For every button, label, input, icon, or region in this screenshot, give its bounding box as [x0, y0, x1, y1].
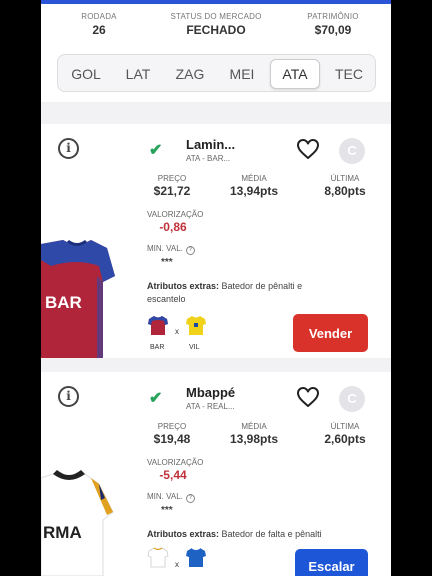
average-label: MÉDIA [241, 422, 267, 431]
extra-attributes-label: Atributos extras: [147, 281, 220, 291]
valorization-label: VALORIZAÇÃO [147, 458, 204, 467]
min-val-label: MIN. VAL. [147, 244, 183, 253]
check-icon: ✔ [149, 390, 163, 407]
valorization-label: VALORIZAÇÃO [147, 210, 204, 219]
last-label: ÚLTIMA [330, 174, 360, 183]
stat-patrimonio: PATRIMÔNIO $70,09 [303, 12, 363, 37]
info-icon[interactable]: i [58, 386, 79, 407]
last-column: ÚLTIMA 2,60pts [317, 422, 373, 446]
stat-rodada-label: RODADA [81, 12, 117, 21]
price-label: PREÇO [157, 174, 187, 183]
captain-badge[interactable]: C [339, 138, 365, 164]
min-val-label: MIN. VAL. [147, 492, 183, 501]
stat-status-value: FECHADO [186, 23, 246, 37]
info-icon[interactable]: i [58, 138, 79, 159]
stat-rodada-value: 26 [92, 23, 106, 37]
home-team-label: BAR [150, 344, 165, 351]
last-value: 8,80pts [324, 184, 366, 198]
player-card: i ✔ Mbappé ATA - REAL... C PREÇO $19,48 … [41, 372, 391, 576]
tab-zag[interactable]: ZAG [165, 59, 215, 89]
tab-gol[interactable]: GOL [61, 59, 111, 89]
stat-market-status: STATUS DO MERCADO FECHADO [161, 12, 271, 37]
min-val: MIN. VAL.? [147, 244, 195, 255]
stat-patrimonio-value: $70,09 [314, 23, 352, 37]
position-tabs-wrapper: GOL LAT ZAG MEI ATA TEC [41, 44, 391, 102]
home-team-jersey [147, 547, 169, 568]
valorization-value: -0,86 [159, 220, 187, 234]
question-icon[interactable]: ? [185, 246, 195, 255]
average-value: 13,94pts [229, 184, 279, 198]
player-card: i ✔ Lamin... ATA - BAR... C PREÇO $21,72… [41, 124, 391, 358]
tab-tec[interactable]: TEC [324, 59, 374, 89]
position-tabs: GOL LAT ZAG MEI ATA TEC [57, 54, 376, 92]
min-val-value: *** [161, 257, 173, 268]
last-value: 2,60pts [324, 432, 366, 446]
price-column: PREÇO $21,72 [144, 174, 200, 198]
tab-lat[interactable]: LAT [113, 59, 163, 89]
check-icon: ✔ [149, 142, 163, 159]
valorization: VALORIZAÇÃO -5,44 [147, 458, 203, 482]
market-stats-bar: RODADA 26 STATUS DO MERCADO FECHADO PATR… [41, 4, 391, 44]
valorization-value: -5,44 [159, 468, 187, 482]
away-team-label: VIL [189, 344, 200, 351]
stat-rodada: RODADA 26 [76, 12, 122, 37]
question-icon[interactable]: ? [185, 494, 195, 503]
heart-icon[interactable] [296, 138, 320, 160]
jersey-label: RMA [43, 523, 82, 542]
heart-icon[interactable] [296, 386, 320, 408]
add-player-button[interactable]: Escalar [295, 549, 368, 576]
last-label: ÚLTIMA [330, 422, 360, 431]
player-position-team: ATA - BAR... [186, 154, 231, 163]
jersey-image: BAR [41, 240, 115, 358]
stat-patrimonio-label: PATRIMÔNIO [307, 12, 359, 21]
player-name[interactable]: Lamin... [186, 137, 235, 152]
tab-ata[interactable]: ATA [270, 59, 320, 89]
extra-attributes: Atributos extras: Batedor de pênalti e e… [147, 280, 337, 306]
extra-attributes-label: Atributos extras: [147, 529, 220, 539]
price-value: $21,72 [153, 184, 191, 198]
captain-badge[interactable]: C [339, 386, 365, 412]
average-column: MÉDIA 13,94pts [221, 174, 287, 198]
average-label: MÉDIA [241, 174, 267, 183]
average-column: MÉDIA 13,98pts [221, 422, 287, 446]
away-team-jersey [186, 316, 206, 335]
jersey-image: RMA [41, 470, 114, 576]
home-team-jersey [148, 316, 168, 335]
price-label: PREÇO [157, 422, 187, 431]
away-team-jersey [186, 547, 206, 567]
min-val: MIN. VAL.? [147, 492, 195, 503]
valorization: VALORIZAÇÃO -0,86 [147, 210, 203, 234]
stat-status-label: STATUS DO MERCADO [170, 12, 262, 21]
tab-mei[interactable]: MEI [217, 59, 267, 89]
player-position-team: ATA - REAL... [186, 402, 235, 411]
average-value: 13,98pts [229, 432, 279, 446]
min-val-value: *** [161, 505, 173, 516]
price-column: PREÇO $19,48 [144, 422, 200, 446]
app-screen: RODADA 26 STATUS DO MERCADO FECHADO PATR… [41, 0, 391, 576]
versus-label: x [175, 560, 179, 569]
extra-attributes: Atributos extras: Batedor de falta e pên… [147, 528, 337, 541]
player-name[interactable]: Mbappé [186, 385, 235, 400]
last-column: ÚLTIMA 8,80pts [317, 174, 373, 198]
price-value: $19,48 [153, 432, 191, 446]
extra-attributes-value: Batedor de falta e pênalti [221, 529, 322, 539]
jersey-label: BAR [45, 293, 82, 312]
versus-label: x [175, 327, 179, 336]
sell-button[interactable]: Vender [293, 314, 368, 352]
